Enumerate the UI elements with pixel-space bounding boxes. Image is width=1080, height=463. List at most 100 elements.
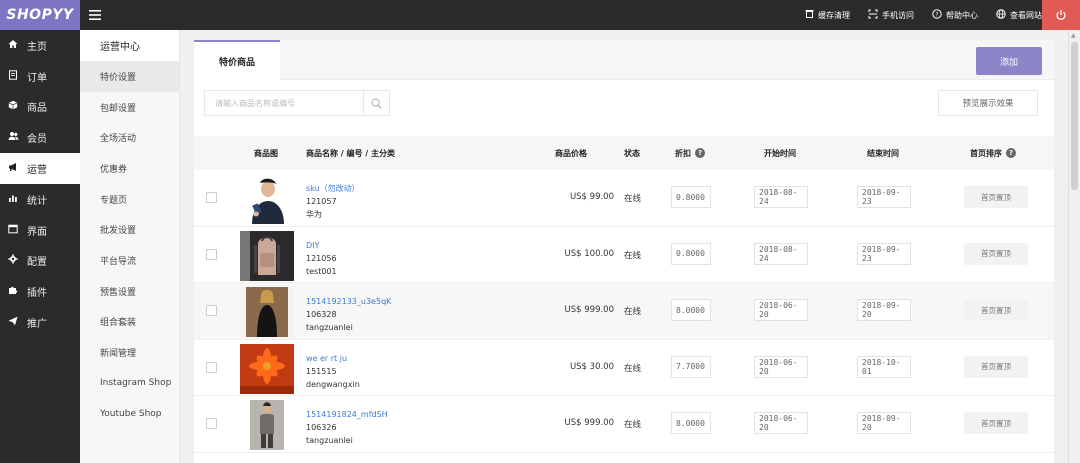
sub-item-free-shipping[interactable]: 包邮设置 [80,92,179,123]
sidebar-item-orders[interactable]: 订单 [0,61,80,92]
gear-icon [5,254,21,267]
discount-field[interactable]: 0.8000 [671,186,711,208]
page-scrollbar[interactable]: ▲ [1068,30,1080,463]
view-site-button[interactable]: 查看网站 [996,8,1042,22]
table-row: we er rt ju 151515 dengwangxin US$ 30.00… [194,340,1054,396]
product-name-link[interactable]: 1514192133_u3e5qK [306,295,391,308]
product-price: US$ 999.00 [564,305,614,315]
product-price: US$ 100.00 [564,248,614,259]
pin-to-home-button[interactable]: 首页置顶 [964,299,1028,321]
window-icon [5,224,21,237]
start-date-field[interactable]: 2018-08-24 [754,186,808,208]
sub-item-youtube-shop[interactable]: Youtube Shop [80,399,179,430]
sub-item-topic-page[interactable]: 专题页 [80,184,179,215]
help-center-label: 帮助中心 [946,10,978,20]
sub-item-news[interactable]: 新闻管理 [80,337,179,368]
discount-help-icon[interactable]: ? [695,148,705,158]
pin-to-home-button[interactable]: 首页置顶 [964,355,1028,378]
col-price: 商品价格 [555,148,587,158]
product-name-link[interactable]: 1514191824_mfdSH [306,408,388,421]
sub-item-traffic[interactable]: 平台导流 [80,245,179,276]
product-status: 在线 [624,363,642,374]
product-info: we er rt ju 151515 dengwangxin [306,352,360,391]
product-name-link[interactable]: DIY [306,239,337,252]
sub-item-storewide-event[interactable]: 全场活动 [80,122,179,153]
end-date-field[interactable]: 2018-09-23 [857,186,911,208]
discount-field[interactable]: 7.7000 [671,355,711,378]
start-date-field[interactable]: 2018-06-20 [754,412,808,434]
sub-sidebar: 运营中心 特价设置 包邮设置 全场活动 优惠券 专题页 批发设置 平台导流 预售… [80,30,180,463]
tab-bar [194,40,1054,80]
svg-text:?: ? [935,11,938,18]
search-input[interactable] [205,91,364,115]
sidebar-item-label: 配置 [27,257,47,269]
product-thumbnail[interactable] [240,287,294,337]
row-checkbox[interactable] [206,361,217,373]
scroll-up-arrow-icon[interactable]: ▲ [1071,32,1076,39]
start-date-field[interactable]: 2018-08-24 [754,242,808,265]
col-image: 商品图 [254,148,278,158]
scrollbar-thumb[interactable] [1071,42,1078,190]
sub-item-presale[interactable]: 预售设置 [80,276,179,307]
pin-to-home-button[interactable]: 首页置顶 [964,242,1028,265]
tab-special-products[interactable]: 特价商品 [194,40,280,80]
product-category: tangzuanlei [306,323,353,332]
row-checkbox[interactable] [206,418,217,429]
sort-help-icon[interactable]: ? [1006,148,1016,158]
start-date-field[interactable]: 2018-06-20 [754,299,808,321]
sidebar-item-interface[interactable]: 界面 [0,215,80,246]
top-actions: 缓存清理 手机访问 ? 帮助中心 查看网站 [805,0,1042,30]
sub-item-bundles[interactable]: 组合套装 [80,307,179,338]
row-checkbox[interactable] [206,248,217,260]
sub-item-coupons[interactable]: 优惠券 [80,153,179,184]
end-date-field[interactable]: 2018-10-01 [857,355,911,378]
preview-display-button[interactable]: 预览展示效果 [938,90,1038,116]
row-checkbox[interactable] [206,192,217,203]
sidebar-item-promotion[interactable]: 推广 [0,307,80,338]
sidebar-item-label: 会员 [27,134,47,146]
end-date-field[interactable]: 2018-09-20 [857,299,911,321]
clear-cache-button[interactable]: 缓存清理 [805,9,850,21]
sidebar-item-members[interactable]: 会员 [0,122,80,153]
product-thumbnail[interactable] [240,343,294,394]
product-name-link[interactable]: sku（勿改动） [306,182,360,195]
start-date-field[interactable]: 2018-06-20 [754,355,808,378]
logout-power-icon[interactable] [1042,0,1080,30]
col-home-sort-label: 首页排序 [970,148,1002,158]
table-row: 1514191824_mfdSH 106326 tangzuanlei US$ … [194,396,1054,453]
end-date-field[interactable]: 2018-09-20 [857,412,911,434]
sub-item-special-price[interactable]: 特价设置 [80,61,179,92]
pin-to-home-button[interactable]: 首页置顶 [964,412,1028,434]
discount-field[interactable]: 8.0000 [671,299,711,321]
product-name-link[interactable]: we er rt ju [306,352,360,365]
send-icon [5,316,21,329]
menu-toggle-icon[interactable] [80,0,110,30]
discount-field[interactable]: 0.8000 [671,242,711,265]
search-icon[interactable] [363,91,389,115]
sidebar-item-plugins[interactable]: 插件 [0,276,80,307]
sidebar-item-statistics[interactable]: 统计 [0,184,80,215]
sidebar-item-home[interactable]: 主页 [0,30,80,61]
product-thumbnail[interactable] [240,174,294,224]
sidebar-item-operations[interactable]: 运营 [0,153,80,184]
home-icon [5,39,21,52]
sub-item-instagram-shop[interactable]: Instagram Shop [80,368,179,399]
pin-to-home-button[interactable]: 首页置顶 [964,186,1028,208]
logo[interactable]: SHOPYY [0,0,80,30]
sidebar-item-products[interactable]: 商品 [0,92,80,123]
table-row: DIY 121056 test001 US$ 100.00 在线 0.8000 … [194,227,1054,283]
product-thumbnail[interactable] [240,400,294,450]
add-button[interactable]: 添加 [976,47,1042,75]
product-category: test001 [306,266,337,276]
mobile-visit-button[interactable]: 手机访问 [868,9,914,22]
row-checkbox[interactable] [206,305,217,316]
help-center-button[interactable]: ? 帮助中心 [932,8,978,22]
sidebar-item-label: 统计 [27,195,47,207]
trash-icon [805,9,814,21]
sidebar-item-config[interactable]: 配置 [0,246,80,277]
col-end-time: 结束时间 [867,148,899,158]
end-date-field[interactable]: 2018-09-23 [857,242,911,265]
product-thumbnail[interactable] [240,230,294,281]
discount-field[interactable]: 8.0000 [671,412,711,434]
sub-item-wholesale[interactable]: 批发设置 [80,214,179,245]
